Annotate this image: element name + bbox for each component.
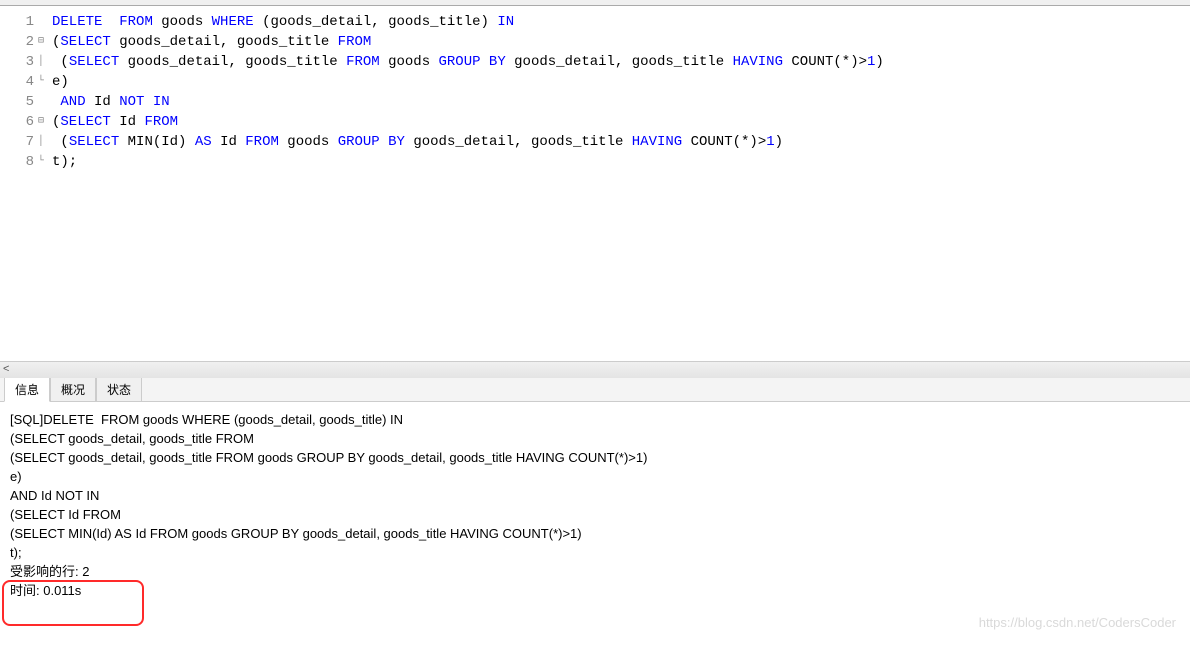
code-line[interactable]: 8└t); — [0, 152, 1190, 172]
horizontal-scrollbar[interactable]: < — [0, 361, 1190, 378]
code-line[interactable]: 1 DELETE FROM goods WHERE (goods_detail, … — [0, 12, 1190, 32]
tab-profile[interactable]: 概况 — [50, 377, 96, 401]
result-line: (SELECT Id FROM — [10, 505, 1180, 524]
code-line[interactable]: 6⊟(SELECT Id FROM — [0, 112, 1190, 132]
fold-marker — [38, 92, 50, 112]
fold-marker: └ — [38, 152, 50, 172]
code-content[interactable]: DELETE FROM goods WHERE (goods_detail, g… — [50, 12, 514, 32]
fold-marker: │ — [38, 132, 50, 152]
line-number: 8 — [0, 152, 38, 172]
code-content[interactable]: (SELECT goods_detail, goods_title FROM g… — [50, 52, 884, 72]
result-line: [SQL]DELETE FROM goods WHERE (goods_deta… — [10, 410, 1180, 429]
result-line: AND Id NOT IN — [10, 486, 1180, 505]
fold-marker: └ — [38, 72, 50, 92]
result-line: (SELECT goods_detail, goods_title FROM g… — [10, 448, 1180, 467]
sql-editor[interactable]: 1 DELETE FROM goods WHERE (goods_detail, … — [0, 6, 1190, 378]
code-content[interactable]: t); — [50, 152, 77, 172]
tab-status[interactable]: 状态 — [96, 377, 142, 401]
result-tabs: 信息概况状态 — [0, 378, 1190, 402]
line-number: 4 — [0, 72, 38, 92]
execution-time: 时间: 0.011s — [10, 581, 1180, 600]
code-line[interactable]: 4└e) — [0, 72, 1190, 92]
result-line: (SELECT goods_detail, goods_title FROM — [10, 429, 1180, 448]
line-number: 2 — [0, 32, 38, 52]
scroll-left-arrow[interactable]: < — [3, 363, 9, 375]
line-number: 1 — [0, 12, 38, 32]
line-number: 7 — [0, 132, 38, 152]
line-number: 6 — [0, 112, 38, 132]
watermark: https://blog.csdn.net/CodersCoder — [979, 613, 1176, 632]
code-line[interactable]: 3│ (SELECT goods_detail, goods_title FRO… — [0, 52, 1190, 72]
affected-rows: 受影响的行: 2 — [10, 562, 1180, 581]
code-line[interactable]: 5 AND Id NOT IN — [0, 92, 1190, 112]
tab-info[interactable]: 信息 — [4, 377, 50, 402]
fold-marker[interactable]: ⊟ — [38, 32, 50, 52]
code-line[interactable]: 7│ (SELECT MIN(Id) AS Id FROM goods GROU… — [0, 132, 1190, 152]
fold-marker: │ — [38, 52, 50, 72]
fold-marker[interactable]: ⊟ — [38, 112, 50, 132]
result-line: e) — [10, 467, 1180, 486]
code-line[interactable]: 2⊟(SELECT goods_detail, goods_title FROM — [0, 32, 1190, 52]
code-content[interactable]: (SELECT goods_detail, goods_title FROM — [50, 32, 371, 52]
fold-marker — [38, 12, 50, 32]
result-line: t); — [10, 543, 1180, 562]
result-line: (SELECT MIN(Id) AS Id FROM goods GROUP B… — [10, 524, 1180, 543]
line-number: 5 — [0, 92, 38, 112]
line-number: 3 — [0, 52, 38, 72]
code-content[interactable]: e) — [50, 72, 69, 92]
result-panel[interactable]: [SQL]DELETE FROM goods WHERE (goods_deta… — [0, 402, 1190, 640]
code-content[interactable]: (SELECT MIN(Id) AS Id FROM goods GROUP B… — [50, 132, 783, 152]
code-content[interactable]: (SELECT Id FROM — [50, 112, 178, 132]
code-content[interactable]: AND Id NOT IN — [50, 92, 170, 112]
